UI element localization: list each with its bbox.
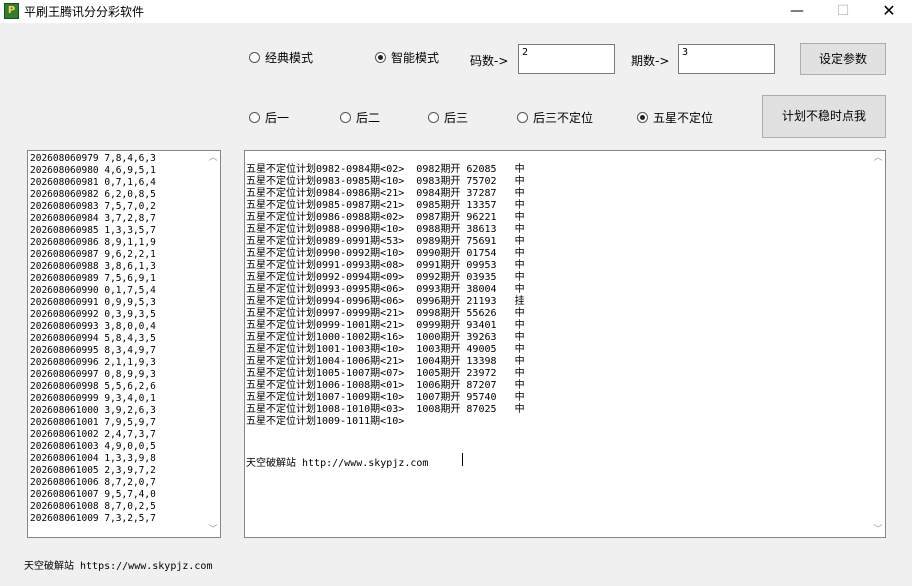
history-row: 202608060999 9,3,4,0,1 [30,393,156,404]
plan-line: 五星不定位计划1006-1008期<01> 1006期开 87207 中 [246,380,525,391]
history-row: 202608061000 3,9,2,6,3 [30,405,156,416]
plan-line: 五星不定位计划0984-0986期<21> 0984期开 37287 中 [246,188,525,199]
history-row: 202608060987 9,6,2,2,1 [30,249,156,260]
radio-five-star-unfixed[interactable]: 五星不定位 [637,110,713,126]
history-row: 202608061006 8,7,2,0,7 [30,477,156,488]
history-row: 202608060993 3,8,0,0,4 [30,321,156,332]
plan-line: 五星不定位计划1004-1006期<21> 1004期开 13398 中 [246,356,525,367]
plan-line: 五星不定位计划0986-0988期<02> 0987期开 96221 中 [246,212,525,223]
code-count-label: 码数-> [470,54,509,68]
plan-line: 五星不定位计划0989-0991期<53> 0989期开 75691 中 [246,236,525,247]
history-row: 202608061008 8,7,0,2,5 [30,501,156,512]
plan-line: 五星不定位计划1005-1007期<07> 1005期开 23972 中 [246,368,525,379]
radio-last-three[interactable]: 后三 [428,110,468,126]
history-lines: 202608060979 7,8,4,6,3 202608060980 4,6,9… [30,153,156,525]
scroll-up-icon[interactable]: ︿ [871,151,885,165]
plan-line: 五星不定位计划0994-0996期<06> 0996期开 21193 挂 [246,296,525,307]
history-row: 202608061009 7,3,2,5,7 [30,513,156,524]
history-row: 202608060980 4,6,9,5,1 [30,165,156,176]
plan-line: 五星不定位计划0997-0999期<21> 0998期开 55626 中 [246,308,525,319]
history-row: 202608060994 5,8,4,3,5 [30,333,156,344]
plan-line: 五星不定位计划1009-1011期<10> [246,416,405,427]
text-caret [462,453,463,466]
code-count-input[interactable]: 2 [518,44,615,74]
window-title: 平刷王腾讯分分彩软件 [24,5,145,19]
history-row: 202608060989 7,5,6,9,1 [30,273,156,284]
app-logo-icon: P [4,3,19,19]
plan-output[interactable]: 五星不定位计划0982-0984期<02> 0982期开 62085 中五星不定… [244,150,886,538]
history-row: 202608061007 9,5,7,4,0 [30,489,156,500]
radio-label: 后一 [265,111,290,125]
close-button[interactable]: ✕ [866,0,912,23]
plan-line: 五星不定位计划1007-1009期<10> 1007期开 95740 中 [246,392,525,403]
output-site-text: 天空破解站 http://www.skypjz.com [246,458,429,469]
history-row: 202608060982 6,2,0,8,5 [30,189,156,200]
plan-lines: 五星不定位计划0982-0984期<02> 0982期开 62085 中五星不定… [246,164,525,428]
history-row: 202608060990 0,1,7,5,4 [30,285,156,296]
maximize-button[interactable]: ☐ [820,0,866,23]
plan-line: 五星不定位计划0990-0992期<10> 0990期开 01754 中 [246,248,525,259]
unstable-plan-button[interactable]: 计划不稳时点我 [762,95,886,138]
period-count-label: 期数-> [631,54,670,68]
history-row: 202608060983 7,5,7,0,2 [30,201,156,212]
scroll-down-icon[interactable]: ﹀ [871,523,885,537]
radio-smart-mode[interactable]: 智能模式 [375,50,439,66]
history-row: 202608061002 2,4,7,3,7 [30,429,156,440]
history-scrollbar[interactable]: ︿ ﹀ [206,151,220,537]
history-row: 202608060985 1,3,3,5,7 [30,225,156,236]
period-count-input[interactable]: 3 [678,44,775,74]
history-row: 202608060981 0,7,1,6,4 [30,177,156,188]
plan-line: 五星不定位计划0991-0993期<08> 0991期开 09953 中 [246,260,525,271]
radio-label: 经典模式 [265,51,314,65]
history-row: 202608061003 4,9,0,0,5 [30,441,156,452]
radio-label: 后二 [356,111,381,125]
history-row: 202608060996 2,1,1,9,3 [30,357,156,368]
history-row: 202608060992 0,3,9,3,5 [30,309,156,320]
history-row: 202608060995 8,3,4,9,7 [30,345,156,356]
history-row: 202608060998 5,5,6,2,6 [30,381,156,392]
plan-line: 五星不定位计划0999-1001期<21> 0999期开 93401 中 [246,320,525,331]
title-bar: P 平刷王腾讯分分彩软件 — ☐ ✕ [0,0,912,23]
minimize-button[interactable]: — [774,0,820,23]
radio-circle-icon [517,112,528,123]
radio-classic-mode[interactable]: 经典模式 [249,50,313,66]
radio-circle-icon [340,112,351,123]
radio-label: 后三 [444,111,469,125]
scroll-down-icon[interactable]: ﹀ [206,523,220,537]
plan-line: 五星不定位计划0983-0985期<10> 0983期开 75702 中 [246,176,525,187]
history-list[interactable]: 202608060979 7,8,4,6,3 202608060980 4,6,9… [27,150,221,538]
radio-circle-icon [249,52,260,63]
history-row: 202608061001 7,9,5,9,7 [30,417,156,428]
plan-line: 五星不定位计划0985-0987期<21> 0985期开 13357 中 [246,200,525,211]
history-row: 202608060988 3,8,6,1,3 [30,261,156,272]
plan-line: 五星不定位计划0993-0995期<06> 0993期开 38004 中 [246,284,525,295]
radio-last-two[interactable]: 后二 [340,110,380,126]
plan-line: 五星不定位计划0982-0984期<02> 0982期开 62085 中 [246,164,525,175]
radio-last-three-unfixed[interactable]: 后三不定位 [517,110,593,126]
plan-line: 五星不定位计划0992-0994期<09> 0992期开 03935 中 [246,272,525,283]
radio-label: 五星不定位 [653,111,714,125]
radio-checked-icon [637,112,648,123]
history-row: 202608060997 0,8,9,9,3 [30,369,156,380]
plan-line: 五星不定位计划0988-0990期<10> 0988期开 38613 中 [246,224,525,235]
footer-text: 天空破解站 https://www.skypjz.com [24,561,213,572]
history-row: 202608061004 1,3,3,9,8 [30,453,156,464]
set-params-button[interactable]: 设定参数 [800,43,886,75]
history-row: 202608060984 3,7,2,8,7 [30,213,156,224]
plan-line: 五星不定位计划1008-1010期<03> 1008期开 87025 中 [246,404,525,415]
plan-line: 五星不定位计划1001-1003期<10> 1003期开 49005 中 [246,344,525,355]
history-row: 202608061005 2,3,9,7,2 [30,465,156,476]
history-row: 202608060991 0,9,9,5,3 [30,297,156,308]
plan-line: 五星不定位计划1000-1002期<16> 1000期开 39263 中 [246,332,525,343]
radio-label: 智能模式 [391,51,440,65]
scroll-up-icon[interactable]: ︿ [206,151,220,165]
output-scrollbar[interactable]: ︿ ﹀ [871,151,885,537]
radio-last-one[interactable]: 后一 [249,110,289,126]
radio-checked-icon [375,52,386,63]
radio-label: 后三不定位 [533,111,594,125]
radio-circle-icon [249,112,260,123]
history-row: 202608060979 7,8,4,6,3 [30,153,156,164]
radio-circle-icon [428,112,439,123]
history-row: 202608060986 8,9,1,1,9 [30,237,156,248]
